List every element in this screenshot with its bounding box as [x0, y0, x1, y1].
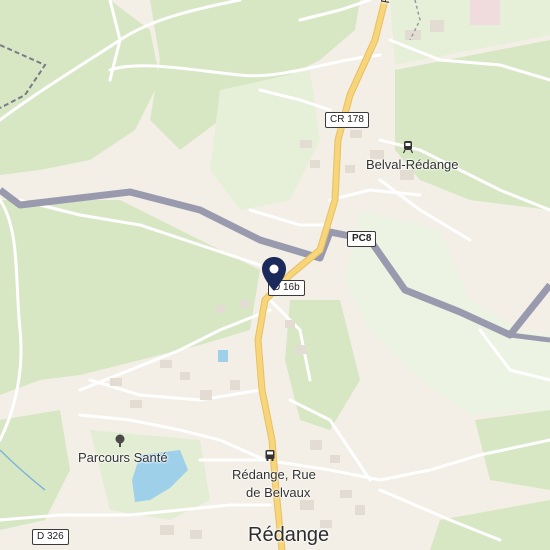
map-view[interactable]: CR 178 PC8 D 16b D 326 Belval-Rédange Pa…: [0, 0, 550, 550]
bus-stop-icon[interactable]: [264, 449, 276, 467]
label-bus-stop-line2: de Belvaux: [246, 485, 311, 500]
label-town-redange: Rédange: [248, 524, 330, 546]
road-shield-cr178: CR 178: [325, 112, 369, 128]
location-pin-icon[interactable]: [262, 257, 286, 296]
label-belval-redange: Belval-Rédange: [366, 157, 459, 172]
label-bus-stop-line1: Rédange, Rue: [232, 467, 316, 482]
label-parcours-sante: Parcours Santé: [78, 450, 168, 465]
road-shield-d326: D 326: [32, 529, 69, 545]
road-shield-pc8: PC8: [347, 231, 377, 247]
